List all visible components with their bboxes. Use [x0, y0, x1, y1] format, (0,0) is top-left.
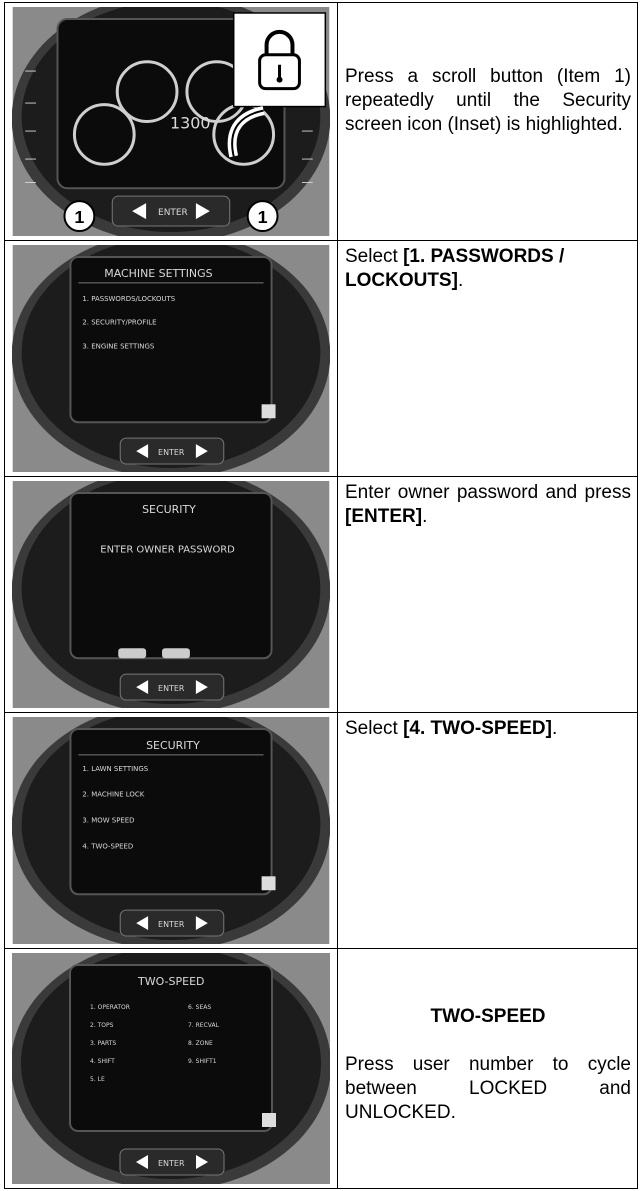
step-row-1: 1300 ————— ———— ENTER 1 1	[5, 3, 637, 241]
step-2-text: Select [1. PASSWORDS / LOCKOUTS].	[339, 241, 637, 476]
svg-text:—: —	[301, 175, 313, 189]
display-illustration-1: 1300 ————— ———— ENTER 1 1	[12, 7, 330, 236]
menu-item-2-1[interactable]: 1. PASSWORDS/LOCKOUTS	[82, 295, 175, 303]
user-left-4[interactable]: 4. SHIFT	[90, 1058, 115, 1065]
user-left-1[interactable]: 1. OPERATOR	[90, 1004, 130, 1011]
user-right-2[interactable]: 7. RECVAL	[188, 1022, 220, 1029]
user-right-3[interactable]: 8. ZONE	[188, 1040, 213, 1047]
callout-label-right: 1	[258, 207, 268, 227]
step-4-prefix: Select	[345, 718, 404, 739]
screen-title-5: TWO-SPEED	[137, 975, 205, 988]
menu-item-2-2[interactable]: 2. SECURITY/PROFILE	[82, 319, 156, 327]
display-panel-2: MACHINE SETTINGS 1. PASSWORDS/LOCKOUTS 2…	[12, 245, 330, 472]
display-panel-3: SECURITY ENTER OWNER PASSWORD ENTER	[12, 481, 330, 708]
enter-button-2[interactable]: ENTER	[158, 448, 185, 457]
menu-item-2-3[interactable]: 3. ENGINE SETTINGS	[82, 343, 155, 351]
user-left-5[interactable]: 5. LE	[90, 1076, 105, 1083]
softkey-2[interactable]	[162, 648, 190, 659]
menu-item-4-1[interactable]: 1. LAWN SETTINGS	[82, 765, 148, 773]
menu-item-4-4[interactable]: 4. TWO-SPEED	[82, 842, 133, 850]
user-left-2[interactable]: 2. TOPS	[90, 1022, 114, 1029]
step-5-heading: TWO-SPEED	[430, 1006, 546, 1027]
step-3-bold: [ENTER]	[345, 506, 423, 527]
enter-button-1[interactable]: ENTER	[158, 208, 188, 218]
svg-text:—: —	[301, 123, 313, 137]
user-right-1[interactable]: 6. SEAS	[188, 1004, 211, 1011]
instruction-table: 1300 ————— ———— ENTER 1 1	[4, 2, 638, 1189]
enter-button-5[interactable]: ENTER	[158, 1159, 185, 1168]
display-illustration-5: TWO-SPEED 1. OPERATOR 2. TOPS 3. PARTS 4…	[12, 953, 330, 1184]
user-left-3[interactable]: 3. PARTS	[90, 1040, 116, 1047]
svg-text:—: —	[25, 123, 37, 137]
display-illustration-2: MACHINE SETTINGS 1. PASSWORDS/LOCKOUTS 2…	[12, 245, 330, 472]
step-3-prefix: Enter owner password and press	[345, 482, 631, 503]
display-panel-1: 1300 ————— ———— ENTER 1 1	[12, 7, 330, 236]
menu-item-4-2[interactable]: 2. MACHINE LOCK	[82, 791, 144, 799]
user-right-4[interactable]: 9. SHIFT1	[188, 1058, 217, 1065]
display-panel-5: TWO-SPEED 1. OPERATOR 2. TOPS 3. PARTS 4…	[12, 953, 330, 1184]
step-row-2: MACHINE SETTINGS 1. PASSWORDS/LOCKOUTS 2…	[5, 241, 637, 477]
step-2-image-cell: MACHINE SETTINGS 1. PASSWORDS/LOCKOUTS 2…	[5, 241, 338, 476]
step-row-3: SECURITY ENTER OWNER PASSWORD ENTER Ente…	[5, 477, 637, 713]
step-3-suffix: .	[422, 506, 428, 527]
home-icon[interactable]	[261, 876, 276, 891]
password-prompt: ENTER OWNER PASSWORD	[100, 545, 235, 556]
step-1-image-cell: 1300 ————— ———— ENTER 1 1	[5, 3, 338, 240]
step-5-text: Press user number to cycle between LOCKE…	[345, 1054, 631, 1123]
step-4-bold: [4. TWO-SPEED]	[403, 718, 552, 739]
svg-text:—: —	[25, 64, 37, 78]
step-row-5: TWO-SPEED 1. OPERATOR 2. TOPS 3. PARTS 4…	[5, 949, 637, 1188]
home-icon[interactable]	[261, 404, 276, 419]
svg-text:—: —	[25, 96, 37, 110]
step-3-text: Enter owner password and press [ENTER].	[339, 477, 637, 712]
home-icon[interactable]	[262, 1113, 276, 1127]
step-2-prefix: Select	[345, 246, 404, 267]
display-panel-4: SECURITY 1. LAWN SETTINGS 2. MACHINE LOC…	[12, 717, 330, 944]
step-4-suffix: .	[551, 718, 558, 739]
enter-button-3[interactable]: ENTER	[158, 684, 185, 693]
callout-label-left: 1	[74, 207, 84, 227]
screen-title-4: SECURITY	[146, 739, 200, 752]
svg-text:—: —	[25, 175, 37, 189]
speed-readout: 1300	[170, 113, 211, 132]
screen-title-3: SECURITY	[142, 503, 196, 516]
step-3-image-cell: SECURITY ENTER OWNER PASSWORD ENTER	[5, 477, 338, 712]
step-5-image-cell: TWO-SPEED 1. OPERATOR 2. TOPS 3. PARTS 4…	[5, 949, 338, 1188]
svg-text:—: —	[301, 151, 313, 165]
display-illustration-4: SECURITY 1. LAWN SETTINGS 2. MACHINE LOC…	[12, 717, 330, 944]
step-row-4: SECURITY 1. LAWN SETTINGS 2. MACHINE LOC…	[5, 713, 637, 949]
step-5-text-cell: TWO-SPEED Press user number to cycle bet…	[339, 949, 637, 1188]
softkey-1[interactable]	[118, 648, 147, 659]
step-4-text: Select [4. TWO-SPEED].	[339, 713, 637, 948]
step-1-text: Press a scroll button (Item 1) repeatedl…	[345, 66, 631, 135]
display-illustration-3: SECURITY ENTER OWNER PASSWORD ENTER	[12, 481, 330, 708]
svg-text:—: —	[25, 151, 37, 165]
enter-button-4[interactable]: ENTER	[158, 920, 185, 929]
screen-title-2: MACHINE SETTINGS	[104, 267, 212, 280]
step-4-image-cell: SECURITY 1. LAWN SETTINGS 2. MACHINE LOC…	[5, 713, 338, 948]
menu-item-4-3[interactable]: 3. MOW SPEED	[82, 817, 134, 825]
step-2-suffix: .	[457, 270, 464, 291]
